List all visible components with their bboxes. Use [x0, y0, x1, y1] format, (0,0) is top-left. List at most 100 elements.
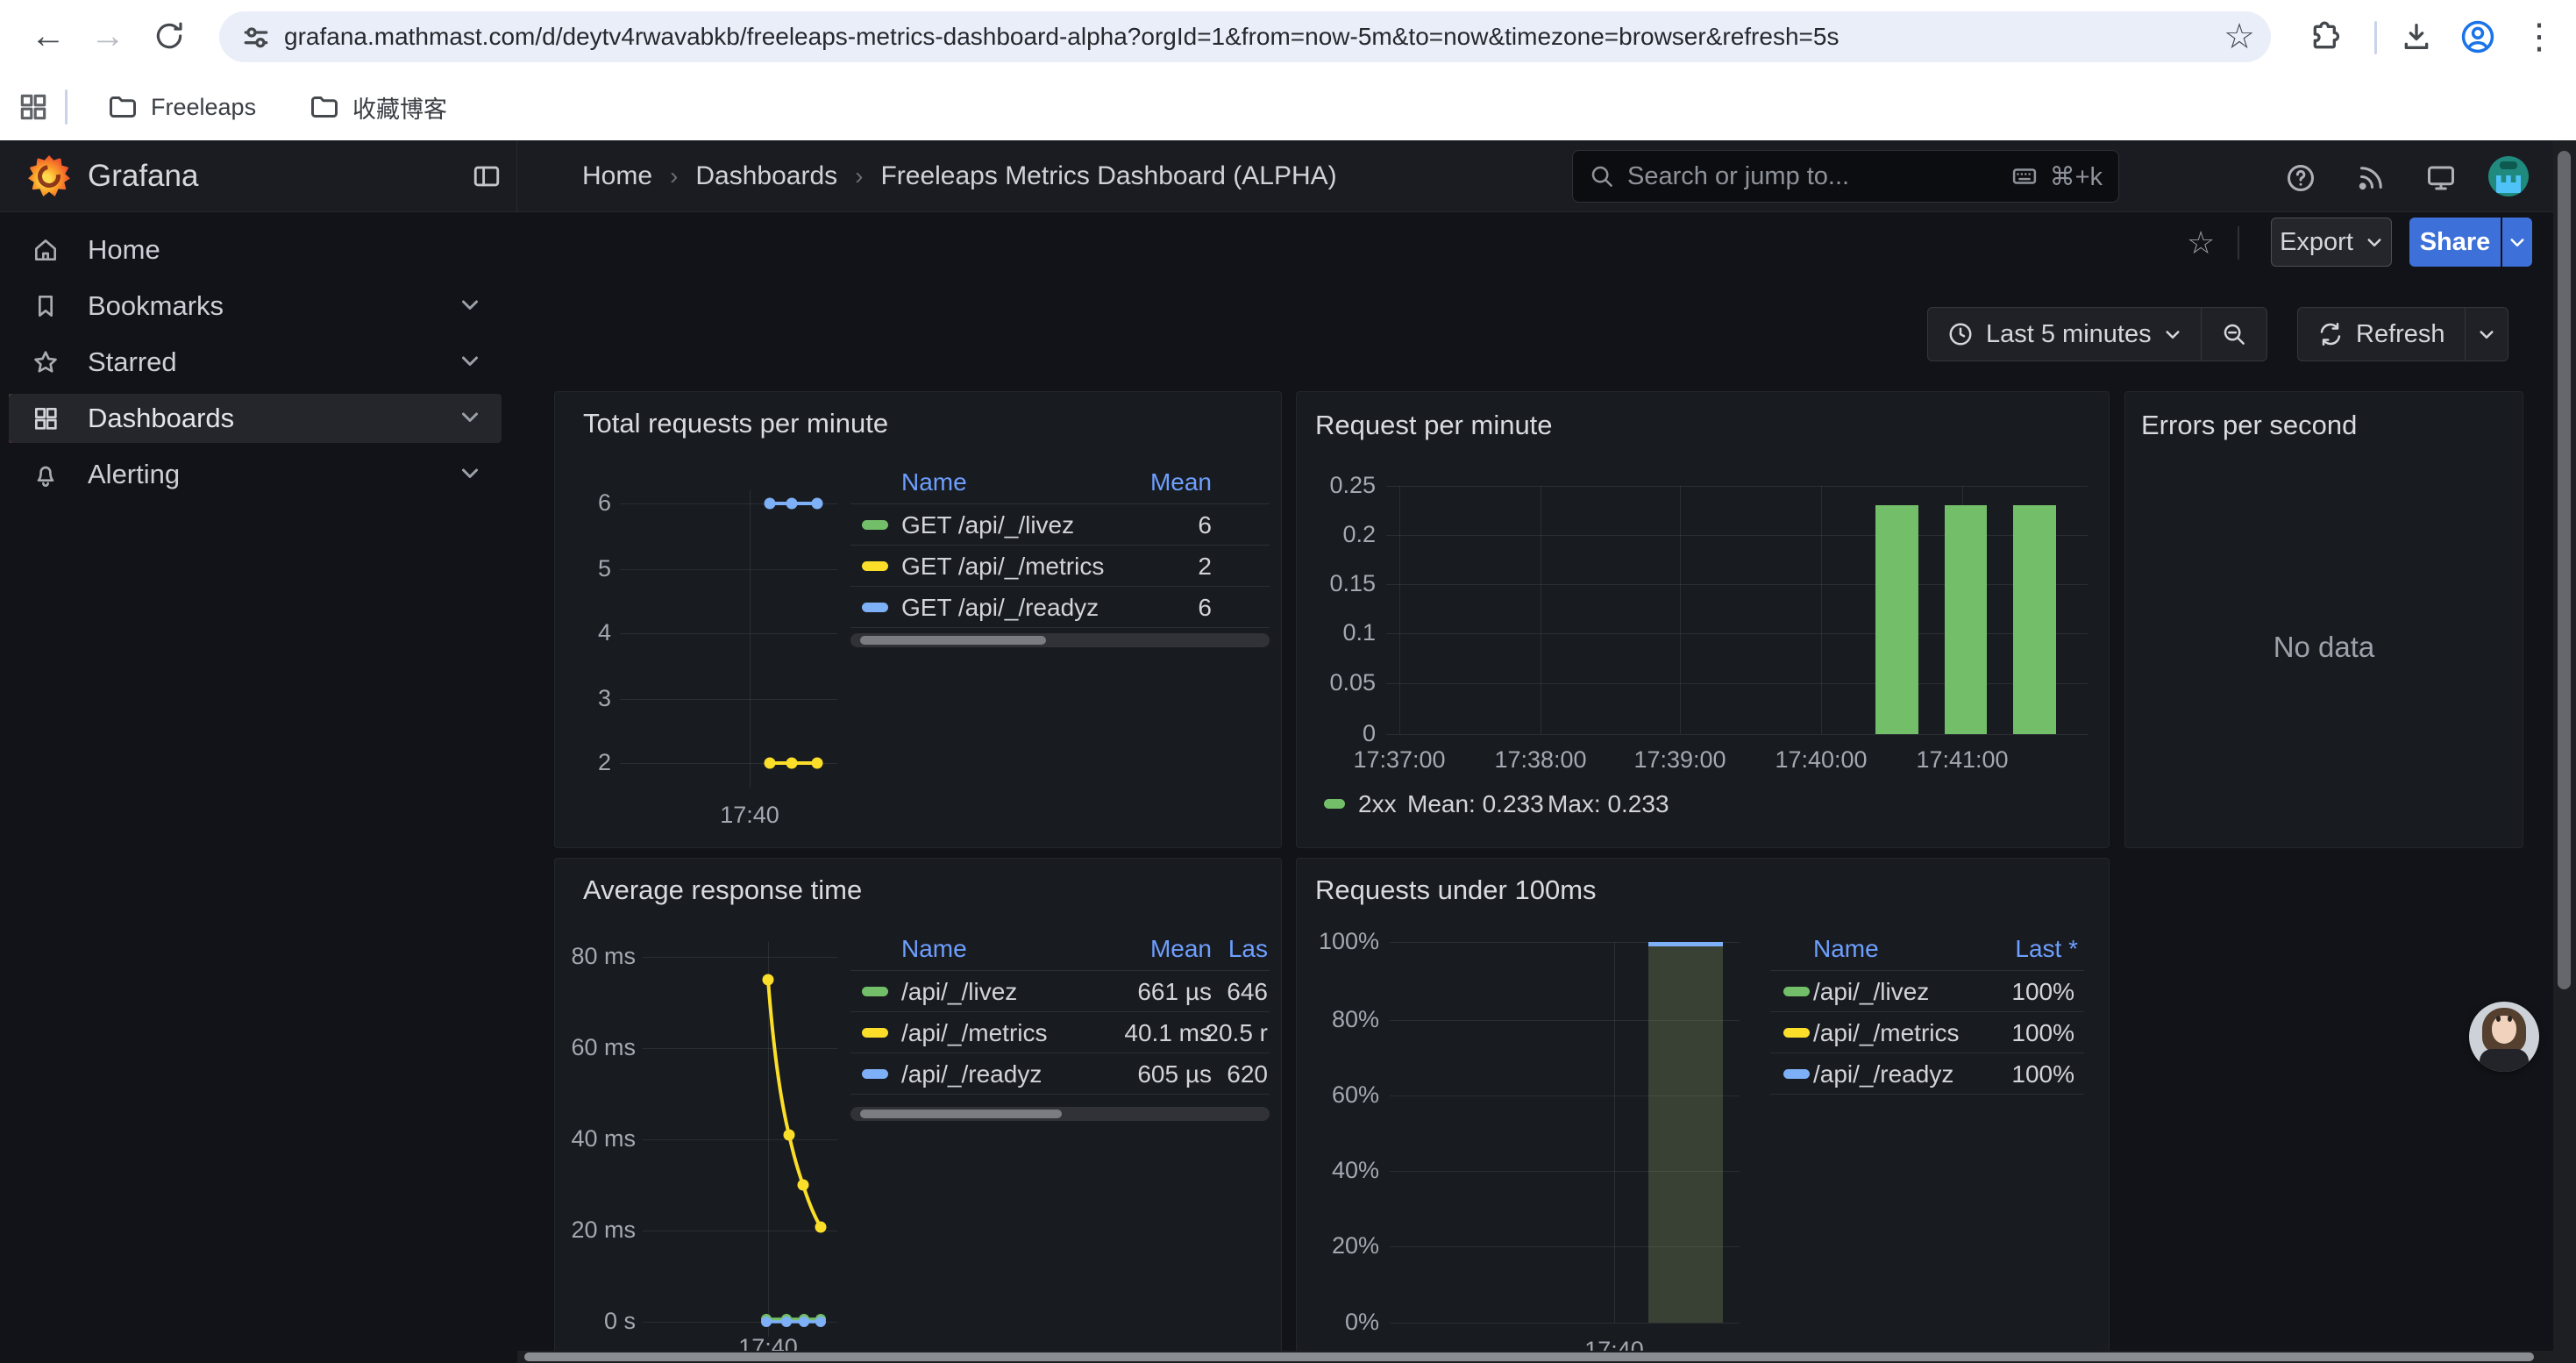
monitor-icon[interactable]	[2422, 159, 2460, 197]
legend-scrollbar[interactable]	[850, 1107, 1270, 1121]
export-button[interactable]: Export	[2271, 218, 2392, 267]
bookmark-folder-blogs[interactable]: 收藏博客	[309, 86, 447, 128]
bookmark-folder-freeleaps[interactable]: Freeleaps	[107, 86, 256, 128]
legend-row-last: 620	[1227, 1060, 1268, 1088]
legend-row-value: 6	[1198, 511, 1212, 539]
home-icon	[32, 236, 60, 264]
sidebar-item-home[interactable]: Home	[9, 225, 502, 275]
search-placeholder: Search or jump to...	[1627, 162, 1849, 191]
series-color-pill[interactable]	[1783, 1069, 1810, 1079]
chevron-down-icon	[2478, 325, 2495, 343]
share-menu-button[interactable]	[2502, 218, 2532, 267]
horizontal-scrollbar-thumb[interactable]	[524, 1352, 2534, 1361]
chevron-down-icon[interactable]	[459, 462, 480, 488]
apps-grid-icon[interactable]	[14, 88, 53, 126]
sidebar-item-alerting[interactable]: Alerting	[9, 450, 502, 499]
help-icon[interactable]	[2281, 159, 2320, 197]
panel-title[interactable]: Errors per second	[2141, 410, 2357, 441]
browser-toolbar: ← → grafana.mathmast.com/d/deytv4rwavabk…	[0, 0, 2576, 74]
time-range-label: Last 5 minutes	[1986, 320, 2152, 349]
breadcrumb: Home › Dashboards › Freeleaps Metrics Da…	[582, 140, 1337, 212]
clock-icon	[1947, 321, 1974, 347]
legend-header-last[interactable]: Las	[1228, 935, 1268, 963]
series-color-pill[interactable]	[862, 603, 888, 612]
legend-row-value: 6	[1198, 594, 1212, 622]
bookmark-star-icon[interactable]: ☆	[2224, 17, 2255, 57]
legend-table: Name Mean Las /api/_/livez 661 µs 646 /a…	[850, 859, 1270, 1139]
legend-row-mean: 40.1 ms	[1124, 1019, 1212, 1047]
sidebar-item-starred[interactable]: Starred	[9, 338, 502, 387]
legend-row-name[interactable]: /api/_/readyz	[1813, 1060, 1953, 1088]
breadcrumb-separator: ›	[670, 162, 678, 190]
series-color-pill[interactable]	[862, 1028, 888, 1038]
favorite-star-icon[interactable]: ☆	[2187, 225, 2215, 261]
legend-header-name[interactable]: Name	[1813, 935, 1879, 963]
share-label: Share	[2420, 228, 2491, 257]
toolbar-divider	[2374, 21, 2377, 54]
search-input[interactable]: Search or jump to... ⌘+k	[1572, 150, 2119, 203]
profile-icon[interactable]	[2459, 18, 2497, 56]
grafana-header-left: Grafana	[0, 140, 517, 212]
series-color-pill[interactable]	[862, 561, 888, 571]
series-color-pill[interactable]	[862, 987, 888, 996]
time-range-picker[interactable]: Last 5 minutes	[1928, 308, 2201, 360]
refresh-interval-button[interactable]	[2466, 308, 2508, 360]
legend-header-mean[interactable]: Mean	[1150, 935, 1212, 963]
series-color-pill[interactable]	[862, 1069, 888, 1079]
bookmarks-bar: Freeleaps 收藏博客	[0, 74, 2576, 140]
legend-header-mean[interactable]: Mean	[1150, 468, 1212, 496]
grafana-logo[interactable]	[28, 155, 70, 197]
x-tick: 17:39:00	[1627, 746, 1733, 774]
refresh-button[interactable]: Refresh	[2298, 308, 2465, 360]
legend-table: Name Mean GET /api/_/livez 6 GET /api/_/…	[850, 392, 1270, 655]
legend-row-name[interactable]: GET /api/_/metrics	[901, 553, 1104, 581]
legend-row-name[interactable]: /api/_/readyz	[901, 1060, 1042, 1088]
legend-row-name[interactable]: /api/_/livez	[1813, 978, 1929, 1006]
star-icon	[32, 348, 60, 376]
legend-row-last: 646	[1227, 978, 1268, 1006]
download-icon[interactable]	[2397, 18, 2436, 56]
zoom-out-button[interactable]	[2202, 308, 2266, 360]
legend-row-name[interactable]: GET /api/_/readyz	[901, 594, 1099, 622]
breadcrumb-home[interactable]: Home	[582, 161, 652, 191]
series-color-pill[interactable]	[1783, 987, 1810, 996]
sidebar-item-bookmarks[interactable]: Bookmarks	[9, 282, 502, 331]
dock-menu-icon[interactable]	[472, 161, 502, 196]
chevron-down-icon[interactable]	[459, 350, 480, 375]
legend-row-last: 100%	[2011, 1019, 2074, 1047]
legend-row-name[interactable]: /api/_/metrics	[1813, 1019, 1960, 1047]
legend-scrollbar[interactable]	[850, 633, 1270, 647]
legend-row-name[interactable]: /api/_/metrics	[901, 1019, 1048, 1047]
chevron-down-icon[interactable]	[459, 406, 480, 432]
extensions-icon[interactable]	[2306, 18, 2345, 56]
search-icon	[1589, 163, 1615, 189]
forward-icon[interactable]: →	[84, 12, 132, 60]
user-avatar[interactable]	[2488, 156, 2529, 196]
share-button[interactable]: Share	[2409, 218, 2501, 267]
vertical-scrollbar-thumb[interactable]	[2558, 151, 2571, 989]
legend-series-label[interactable]: 2xx	[1358, 790, 1397, 818]
series-color-pill[interactable]	[1324, 799, 1345, 809]
breadcrumb-dashboards[interactable]: Dashboards	[695, 161, 837, 191]
back-icon[interactable]: ←	[25, 12, 72, 60]
chevron-down-icon[interactable]	[459, 294, 480, 319]
url-bar[interactable]: grafana.mathmast.com/d/deytv4rwavabkb/fr…	[219, 11, 2271, 62]
legend-row-mean: 661 µs	[1137, 978, 1212, 1006]
legend-table: Name Last * /api/_/livez 100% /api/_/met…	[1770, 859, 2084, 1139]
legend-header-last[interactable]: Last *	[2015, 935, 2078, 963]
series-color-pill[interactable]	[1783, 1028, 1810, 1038]
x-tick: 17:38:00	[1488, 746, 1593, 774]
browser-menu-icon[interactable]: ⋮	[2520, 18, 2558, 56]
news-rss-icon[interactable]	[2352, 159, 2390, 197]
legend-row-name[interactable]: /api/_/livez	[901, 978, 1017, 1006]
reload-icon[interactable]	[146, 12, 193, 60]
legend-header-name[interactable]: Name	[901, 468, 967, 496]
sidebar-item-label: Starred	[88, 346, 177, 378]
legend-row-name[interactable]: GET /api/_/livez	[901, 511, 1074, 539]
legend-header-name[interactable]: Name	[901, 935, 967, 963]
sidebar-item-dashboards[interactable]: Dashboards	[9, 394, 502, 443]
site-info-icon[interactable]	[238, 19, 274, 54]
sidebar-item-label: Bookmarks	[88, 290, 224, 322]
floating-assistant-avatar[interactable]	[2469, 1002, 2539, 1072]
series-color-pill[interactable]	[862, 520, 888, 530]
